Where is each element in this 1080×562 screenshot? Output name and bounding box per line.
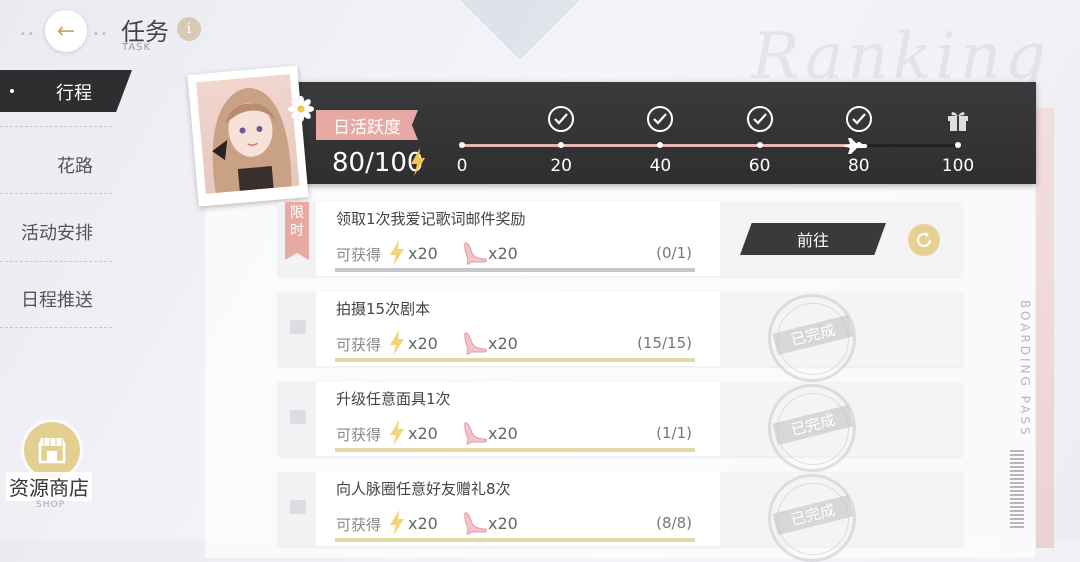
character-portrait <box>187 65 309 207</box>
character-avatar-icon <box>212 87 292 194</box>
task-progress-fill <box>335 448 695 452</box>
page-subtitle: TASK <box>122 42 152 53</box>
task-card: 拍摄15次剧本 可获得 x20 x20 (15/15) 已完成 <box>278 292 962 382</box>
lightning-icon <box>388 510 406 540</box>
nav-item-label: 行程 <box>56 83 92 104</box>
panel-edge <box>1036 108 1054 548</box>
lightning-icon <box>388 240 406 270</box>
lightning-icon <box>388 330 406 360</box>
ticket-icon <box>290 500 306 514</box>
task-title: 领取1次我爱记歌词邮件奖励 <box>336 210 526 228</box>
task-progress-bar <box>335 448 695 452</box>
lightning-icon <box>388 420 406 450</box>
check-icon[interactable] <box>548 106 575 132</box>
task-card: 限时 领取1次我爱记歌词邮件奖励 可获得 x20 x20 (0/1) 前往 <box>278 202 962 276</box>
task-card-side <box>278 292 316 366</box>
high-heel-icon <box>462 239 488 269</box>
task-progress-bar <box>335 358 695 362</box>
milestone-label: 40 <box>649 156 672 176</box>
reward-quantity: x20 <box>488 244 518 263</box>
reward-quantity: x20 <box>488 334 518 353</box>
milestone-node <box>459 142 465 148</box>
shop-icon <box>38 438 66 464</box>
task-progress-text: (8/8) <box>656 514 692 532</box>
task-card-side <box>278 382 316 456</box>
airplane-icon <box>842 138 868 154</box>
task-card: 升级任意面具1次 可获得 x20 x20 (1/1) 已完成 <box>278 382 962 472</box>
background-triangle <box>460 0 580 60</box>
task-card-side: 限时 <box>278 202 316 276</box>
go-button[interactable]: 前往 <box>740 223 886 255</box>
nav-item-schedule-push[interactable]: 日程推送 <box>21 286 93 312</box>
shop-button[interactable] <box>24 422 80 478</box>
arrow-left-icon: ← <box>56 18 76 44</box>
active-dot-icon <box>10 89 14 93</box>
task-card-side <box>278 472 316 546</box>
divider <box>0 327 112 328</box>
reward-quantity: x20 <box>408 424 438 443</box>
task-progress-bar <box>335 268 695 272</box>
ticket-icon <box>290 410 306 424</box>
reward-quantity: x20 <box>408 244 438 263</box>
task-title: 拍摄15次剧本 <box>336 300 431 318</box>
milestone-label: 100 <box>941 156 975 176</box>
shop-label[interactable]: 资源商店 <box>6 472 92 501</box>
task-card: 向人脉圈任意好友赠礼8次 可获得 x20 x20 (8/8) 已完成 <box>278 472 962 562</box>
high-heel-icon <box>462 509 488 539</box>
boarding-pass-text: BOARDING PASS <box>1018 300 1032 438</box>
milestone-node <box>955 142 961 148</box>
task-progress-text: (15/15) <box>637 334 692 352</box>
milestone-label: 20 <box>550 156 572 176</box>
reward-quantity: x20 <box>408 514 438 533</box>
dots-decoration: •• <box>93 29 109 40</box>
info-icon[interactable]: i <box>177 17 201 41</box>
check-icon[interactable] <box>845 106 872 132</box>
task-progress-fill <box>335 358 695 362</box>
lightning-icon <box>411 148 425 176</box>
limited-time-tag: 限时 <box>285 202 309 260</box>
gift-icon[interactable] <box>946 108 970 136</box>
reward-label: 可获得 <box>336 336 382 354</box>
task-title: 升级任意面具1次 <box>336 390 451 408</box>
nav-item-activity-schedule[interactable]: 活动安排 <box>21 219 93 245</box>
check-icon[interactable] <box>746 106 773 132</box>
task-progress-text: (1/1) <box>656 424 692 442</box>
divider <box>0 126 112 127</box>
milestone-label: 80 <box>847 156 870 176</box>
milestone-label: 0 <box>456 156 468 176</box>
high-heel-icon <box>462 329 488 359</box>
task-progress-text: (0/1) <box>656 244 692 262</box>
reward-quantity: x20 <box>488 424 518 443</box>
nav-item-itinerary[interactable]: 行程 <box>0 70 132 112</box>
reward-label: 可获得 <box>336 426 382 444</box>
task-title: 向人脉圈任意好友赠礼8次 <box>336 480 511 498</box>
daisy-icon <box>288 96 314 122</box>
milestone-label: 60 <box>748 156 771 176</box>
task-progress-bar <box>335 538 695 542</box>
barcode-decoration <box>1010 450 1024 530</box>
divider <box>0 193 112 194</box>
task-progress-fill <box>335 538 695 542</box>
reward-quantity: x20 <box>488 514 518 533</box>
shop-sublabel: SHOP <box>36 500 65 510</box>
divider <box>0 261 112 262</box>
reward-label: 可获得 <box>336 246 382 264</box>
nav-item-flower-road[interactable]: 花路 <box>57 152 93 178</box>
reward-label: 可获得 <box>336 516 382 534</box>
reward-quantity: x20 <box>408 334 438 353</box>
ticket-icon <box>290 320 306 334</box>
activity-progress-track <box>462 144 958 147</box>
activity-tag: 日活跃度 <box>316 110 418 140</box>
refresh-icon[interactable] <box>908 224 940 256</box>
high-heel-icon <box>462 419 488 449</box>
dots-decoration: •• <box>20 29 36 40</box>
milestone-node <box>756 142 763 148</box>
back-button[interactable]: ← <box>45 10 87 52</box>
